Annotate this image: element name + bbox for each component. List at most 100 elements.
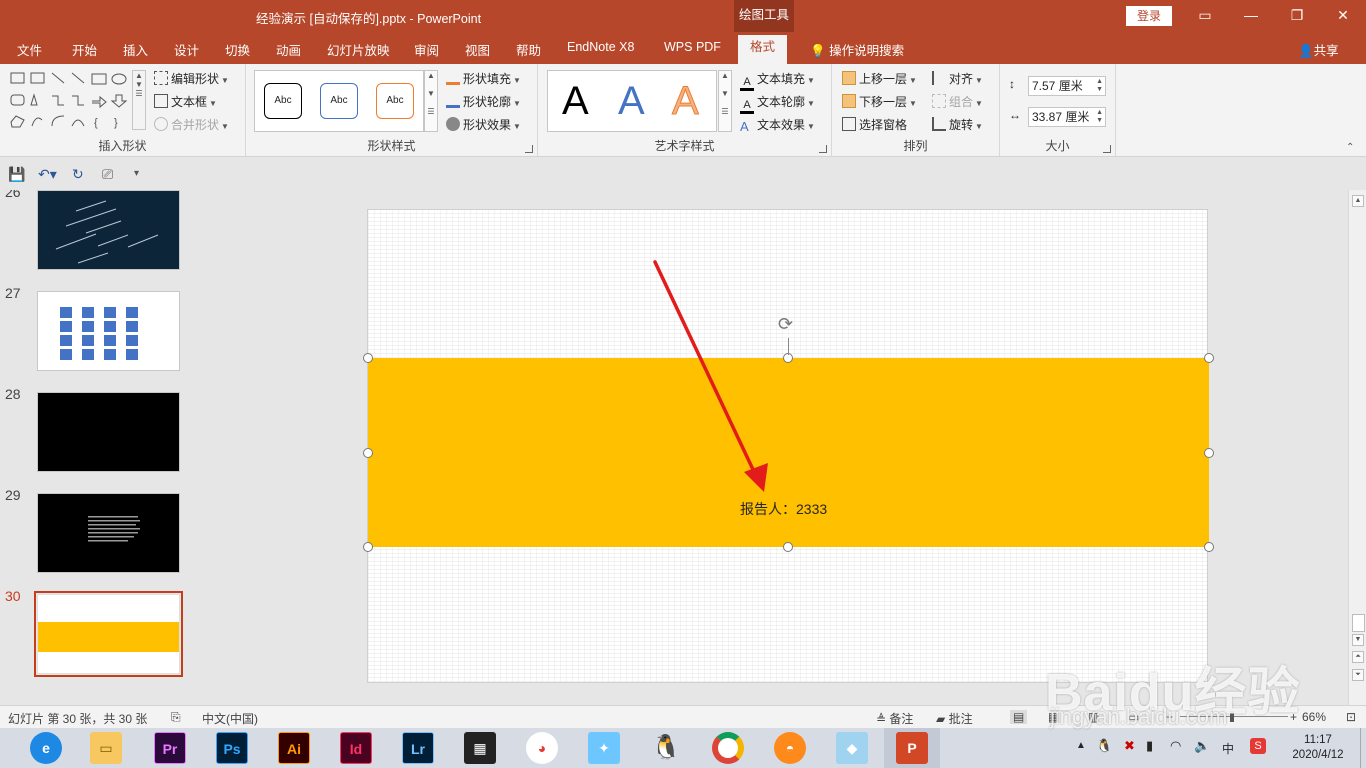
shape-fill-button[interactable]: 形状填充 ▼ bbox=[446, 70, 521, 87]
tab-design[interactable]: 设计 bbox=[174, 40, 199, 59]
video-editor-icon[interactable]: ▦ bbox=[464, 732, 496, 764]
normal-view-icon[interactable]: ▤ bbox=[1010, 710, 1028, 724]
tab-file[interactable]: 文件 bbox=[17, 40, 42, 59]
system-clock[interactable]: 11:17 2020/4/12 bbox=[1290, 733, 1346, 763]
shape-style-gallery-scroll[interactable]: ▲ ▼ ☰ bbox=[424, 70, 438, 132]
shape-style-preset-black[interactable]: Abc bbox=[264, 83, 302, 119]
slide-canvas[interactable]: 报告人：2333 ⟳ bbox=[363, 209, 1214, 683]
height-input[interactable]: 7.57 厘米 ▲ ▼ bbox=[1028, 76, 1106, 96]
tab-review[interactable]: 审阅 bbox=[414, 40, 439, 59]
tab-home[interactable]: 开始 bbox=[72, 40, 97, 59]
color-app-icon[interactable]: ◕ bbox=[526, 732, 558, 764]
scroll-up-icon[interactable]: ▲ bbox=[1352, 195, 1364, 207]
tab-endnote[interactable]: EndNote X8 bbox=[567, 40, 634, 54]
tab-help[interactable]: 帮助 bbox=[516, 40, 541, 59]
slide-thumbnail-29[interactable] bbox=[37, 493, 180, 573]
edge-icon[interactable]: e bbox=[30, 732, 62, 764]
wifi-icon[interactable]: ◠ bbox=[1170, 738, 1181, 754]
slide-thumbnail-27[interactable] bbox=[37, 291, 180, 371]
tab-wps-pdf[interactable]: WPS PDF bbox=[664, 40, 721, 54]
lightroom-icon[interactable]: Lr bbox=[402, 732, 434, 764]
tell-me-search[interactable]: 💡 操作说明搜索 bbox=[810, 40, 904, 59]
fit-slide-icon[interactable]: ⊡ bbox=[1346, 710, 1356, 724]
bird-app-icon[interactable]: ✦ bbox=[588, 732, 620, 764]
file-explorer-icon[interactable]: ▭ bbox=[90, 732, 122, 764]
next-slide-icon[interactable]: ⏷ bbox=[1352, 669, 1364, 681]
wordart-preset-orange[interactable]: A bbox=[672, 79, 700, 124]
login-button[interactable]: 登录 bbox=[1126, 6, 1172, 26]
spinner-icon[interactable]: ▲ ▼ bbox=[1096, 78, 1103, 94]
text-box-button[interactable]: 文本框 ▼ bbox=[154, 93, 217, 110]
tab-animations[interactable]: 动画 bbox=[276, 40, 301, 59]
photoshop-icon[interactable]: Ps bbox=[216, 732, 248, 764]
powerpoint-icon[interactable]: P bbox=[896, 732, 928, 764]
dialog-launcher-icon[interactable] bbox=[525, 145, 533, 153]
notes-button[interactable]: ≜ 备注 bbox=[876, 710, 913, 727]
language-indicator[interactable]: 中文(中国) bbox=[202, 710, 258, 727]
selection-pane-button[interactable]: 选择窗格 bbox=[842, 116, 907, 133]
scroll-thumb[interactable] bbox=[1352, 614, 1365, 632]
presenter-icon[interactable]: ⎚ bbox=[102, 166, 113, 183]
indesign-icon[interactable]: Id bbox=[340, 732, 372, 764]
comments-button[interactable]: ▰ 批注 bbox=[936, 710, 973, 727]
send-backward-button[interactable]: 下移一层 ▼ bbox=[842, 93, 917, 110]
editor-scrollbar[interactable]: ▲ ▼ ⏶ ⏷ bbox=[1348, 190, 1366, 705]
zoom-level[interactable]: 66% bbox=[1302, 710, 1326, 724]
close-icon[interactable]: ✕ bbox=[1320, 0, 1366, 32]
qq-tray-icon[interactable]: 🐧 bbox=[1096, 738, 1112, 754]
undo-icon[interactable]: ↶▾ bbox=[38, 166, 57, 183]
battery-icon[interactable]: ▮ bbox=[1146, 738, 1153, 754]
shape-gallery-scroll[interactable]: ▲ ▼ ☰ bbox=[132, 70, 146, 130]
text-effects-button[interactable]: A 文本效果 ▼ bbox=[740, 116, 815, 134]
network-warning-icon[interactable]: ✖ bbox=[1124, 738, 1135, 754]
group-button[interactable]: 组合 ▼ bbox=[932, 93, 983, 110]
accessibility-icon[interactable]: ⎘ bbox=[171, 710, 181, 725]
scroll-down-icon[interactable]: ▼ bbox=[1352, 634, 1364, 646]
bring-forward-button[interactable]: 上移一层 ▼ bbox=[842, 70, 917, 87]
save-icon[interactable]: 💾 bbox=[8, 166, 25, 183]
dialog-launcher-icon[interactable] bbox=[1103, 145, 1111, 153]
rotate-button[interactable]: 旋转 ▼ bbox=[932, 116, 983, 133]
blue-app-icon[interactable]: ◆ bbox=[836, 732, 868, 764]
wordart-gallery[interactable]: A A A bbox=[547, 70, 717, 132]
wordart-preset-blue[interactable]: A bbox=[618, 79, 645, 123]
minimize-icon[interactable]: — bbox=[1228, 0, 1274, 32]
shape-style-gallery[interactable]: Abc Abc Abc bbox=[254, 70, 424, 132]
customize-qat-icon[interactable]: ▾ bbox=[134, 168, 139, 179]
tab-format[interactable]: 格式 bbox=[738, 35, 788, 64]
share-button[interactable]: 👤共享 bbox=[1298, 40, 1339, 59]
illustrator-icon[interactable]: Ai bbox=[278, 732, 310, 764]
wordart-preset-black[interactable]: A bbox=[562, 79, 589, 123]
shape-effects-button[interactable]: 形状效果 ▼ bbox=[446, 116, 521, 133]
previous-slide-icon[interactable]: ⏶ bbox=[1352, 651, 1364, 663]
merge-shapes-button[interactable]: 合并形状 ▼ bbox=[154, 116, 229, 133]
restore-icon[interactable]: ❐ bbox=[1274, 0, 1320, 32]
tab-slideshow[interactable]: 幻灯片放映 bbox=[327, 40, 390, 59]
qq-icon[interactable]: 🐧 bbox=[650, 732, 682, 764]
sogou-ime-icon[interactable]: S bbox=[1250, 738, 1266, 754]
shape-style-preset-orange[interactable]: Abc bbox=[376, 83, 414, 119]
redo-icon[interactable]: ↻ bbox=[72, 166, 84, 183]
text-outline-button[interactable]: A 文本轮廓 ▼ bbox=[740, 93, 815, 114]
orange-app-icon[interactable]: ◓ bbox=[774, 732, 806, 764]
slide-thumbnail-28[interactable] bbox=[37, 392, 180, 472]
collapse-ribbon-icon[interactable]: ⌃ bbox=[1346, 142, 1354, 153]
ribbon-display-options-icon[interactable]: ▭ bbox=[1182, 0, 1228, 32]
dialog-launcher-icon[interactable] bbox=[819, 145, 827, 153]
tab-insert[interactable]: 插入 bbox=[123, 40, 148, 59]
align-button[interactable]: 对齐 ▼ bbox=[932, 70, 983, 87]
shape-style-preset-blue[interactable]: Abc bbox=[320, 83, 358, 119]
shape-gallery[interactable]: { } bbox=[8, 70, 148, 132]
shape-outline-button[interactable]: 形状轮廓 ▼ bbox=[446, 93, 521, 110]
tab-transitions[interactable]: 切换 bbox=[225, 40, 250, 59]
tray-expand-icon[interactable]: ▲ bbox=[1076, 740, 1086, 751]
tab-view[interactable]: 视图 bbox=[465, 40, 490, 59]
wordart-gallery-scroll[interactable]: ▲ ▼ ☰ bbox=[718, 70, 732, 132]
chrome-icon[interactable] bbox=[712, 732, 744, 764]
text-fill-button[interactable]: A 文本填充 ▼ bbox=[740, 70, 815, 91]
slide-thumbnail-30[interactable] bbox=[37, 594, 180, 674]
slide-thumbnail-26[interactable] bbox=[37, 190, 180, 270]
premiere-icon[interactable]: Pr bbox=[154, 732, 186, 764]
edit-shape-button[interactable]: 编辑形状 ▼ bbox=[154, 70, 229, 87]
width-input[interactable]: 33.87 厘米 ▲ ▼ bbox=[1028, 107, 1106, 127]
